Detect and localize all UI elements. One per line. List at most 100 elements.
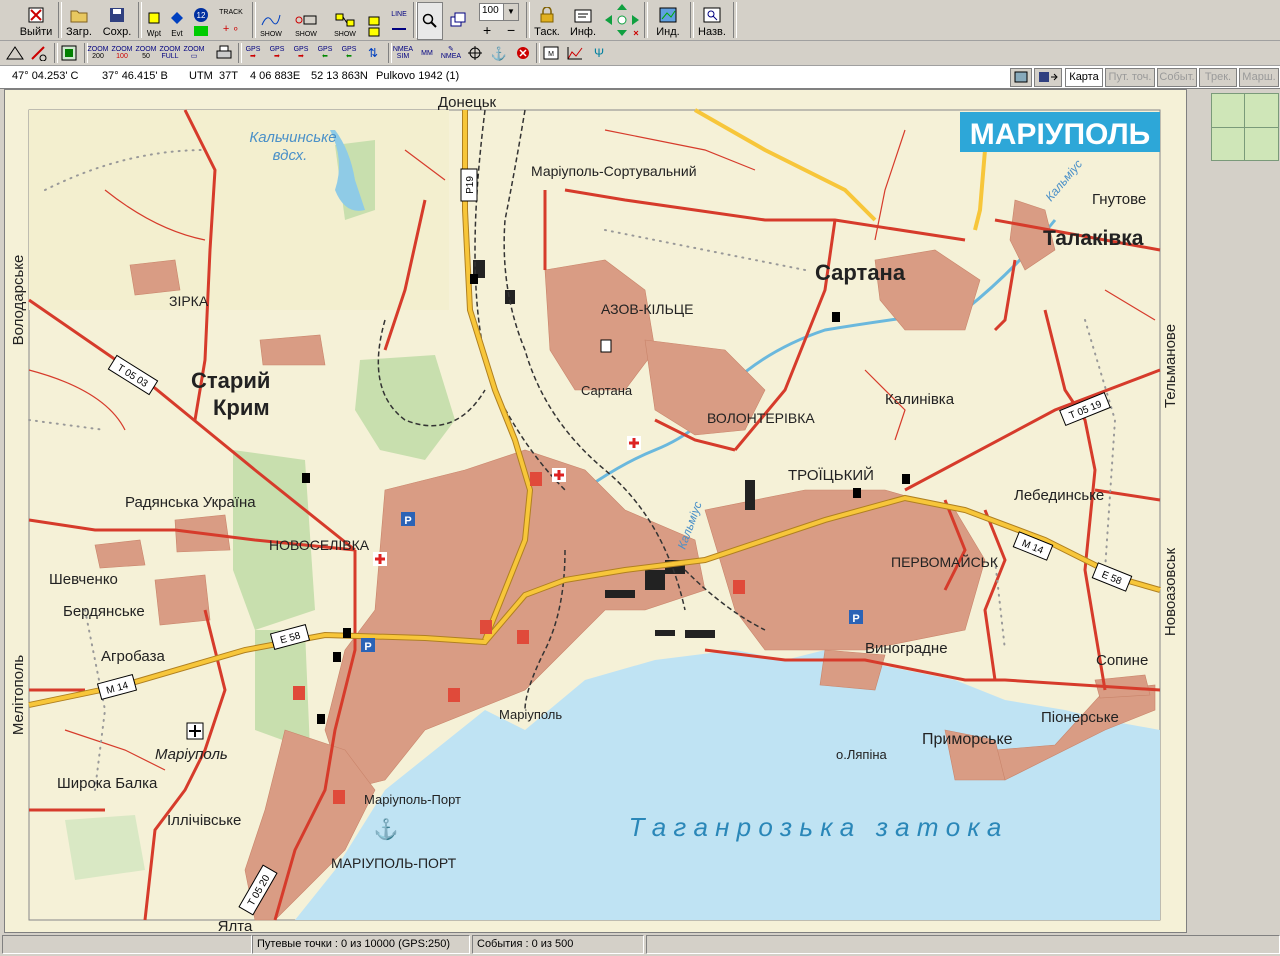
nmea-sim-button[interactable]: NMEA SIM	[392, 43, 414, 63]
label-volonterivka: ВОЛОНТЕРІВКА	[707, 410, 815, 426]
map-view[interactable]: P P P ⚓ Р19 Т 05 03 Т 05 19 М 14 Е 58 Е …	[4, 89, 1187, 933]
label-pervomaysk: ПЕРВОМАЙСЬК	[891, 553, 999, 570]
status-waypoints: Путевые точки : 0 из 10000 (GPS:250)	[252, 935, 470, 954]
latitude-readout: 37° 46.415' В	[102, 70, 168, 82]
index-button[interactable]: Инд.	[648, 2, 688, 38]
coordinate-bar: 47° 04.253' С 37° 46.415' В UTM 37T 4 06…	[0, 66, 1280, 89]
show-route-button[interactable]: SHOW	[330, 2, 360, 38]
label-zirka: ЗІРКА	[169, 293, 209, 309]
label-troitsky: ТРОЇЦЬКИЙ	[788, 466, 874, 484]
tab-waypoints[interactable]: Пут. точ.	[1105, 68, 1155, 87]
berdyanske-town	[154, 574, 211, 626]
track-line-icon	[260, 10, 282, 30]
window-button[interactable]	[446, 2, 470, 38]
label-sortuvalnyi: Маріуполь-Сортувальний	[531, 163, 697, 179]
tab-routes[interactable]: Марш.	[1239, 68, 1279, 87]
zoom-200-button[interactable]: ZOOM 200	[87, 43, 109, 63]
profile-chart-icon[interactable]	[564, 43, 586, 63]
zoom-tool-button[interactable]	[417, 2, 443, 40]
border-label-bottom: Ялта	[218, 918, 253, 932]
scale-icon[interactable]	[4, 43, 26, 63]
map-image-icon[interactable]	[1010, 68, 1032, 87]
plus-dot-icon: + ∘	[222, 23, 240, 35]
gps-waypoint-button[interactable]: GPS ➡	[266, 43, 288, 63]
tools-icon[interactable]	[28, 43, 50, 63]
mm-button[interactable]: MM	[416, 43, 438, 63]
event-button[interactable]: Evt	[166, 2, 188, 38]
exit-button[interactable]: Выйти	[16, 2, 56, 38]
antenna-icon[interactable]: Ψ	[588, 43, 610, 63]
map-save-icon[interactable]	[58, 43, 80, 63]
route-button[interactable]: 12	[190, 2, 212, 38]
road-shield-p19: Р19	[460, 168, 478, 202]
pan-button[interactable]	[602, 2, 642, 38]
label-sopyne: Сопине	[1096, 652, 1148, 669]
zoom-plus-icon[interactable]: +	[483, 22, 491, 38]
gps-swap-button[interactable]: ⇅	[362, 43, 384, 63]
window-map-icon[interactable]: M	[540, 43, 562, 63]
utm-zone: 37T	[219, 70, 238, 82]
anchor-icon[interactable]: ⚓	[488, 43, 510, 63]
load-button[interactable]: Загр.	[62, 2, 96, 38]
show-track-button[interactable]: SHOW	[256, 2, 286, 38]
label-krym: Крим	[213, 395, 270, 420]
border-label-right-bottom: Новоазовськ	[1162, 547, 1179, 636]
label-port-station: Маріуполь-Порт	[364, 792, 461, 807]
floppy-icon	[106, 5, 128, 25]
nmea-button[interactable]: ✎ NMEA	[440, 43, 462, 63]
gps-receive-button[interactable]: GPS ⬅	[338, 43, 360, 63]
tab-map[interactable]: Карта	[1065, 68, 1103, 87]
zoom-full-button[interactable]: ZOOM FULL	[159, 43, 181, 63]
label-pionerske: Піонерське	[1041, 709, 1119, 726]
map-canvas[interactable]: P P P ⚓ Р19 Т 05 03 Т 05 19 М 14 Е 58 Е …	[5, 90, 1186, 932]
zoom-100-button[interactable]: ZOOM 100	[111, 43, 133, 63]
gps-track-button[interactable]: GPS ➡	[242, 43, 264, 63]
parking-icon: P	[849, 610, 863, 625]
gps-route-button[interactable]: GPS ➡	[290, 43, 312, 63]
label-agrobaza: Агробаза	[101, 648, 165, 665]
zoom-custom-button[interactable]: ZOOM ▭	[183, 43, 205, 63]
easting-readout: 4 06 883E	[250, 70, 301, 82]
zoom-minus-icon[interactable]: −	[507, 22, 515, 38]
map-save-button[interactable]	[1034, 68, 1062, 87]
crosshair-icon[interactable]	[464, 43, 486, 63]
stop-icon[interactable]	[512, 43, 534, 63]
label-airport: Маріуполь	[155, 746, 228, 763]
label-lebedynske: Лебединське	[1014, 487, 1104, 504]
route-number-icon: 12	[190, 5, 212, 25]
label-berdyanske: Бердянське	[63, 603, 145, 620]
label-mariupol-station: Маріуполь	[499, 707, 562, 722]
label-kalynivka: Калинівка	[885, 391, 955, 408]
border-label-top: Донецьк	[438, 94, 497, 111]
show-points-button[interactable]: SHOW	[290, 2, 322, 38]
label-illichivske: Іллічівське	[167, 812, 241, 829]
label-prymorske: Приморське	[922, 731, 1013, 748]
zoom-combo[interactable]: 100 ▼	[479, 3, 519, 21]
parking-icon: P	[361, 638, 375, 653]
zoom-50-button[interactable]: ZOOM 50	[135, 43, 157, 63]
grid-button[interactable]	[364, 2, 386, 38]
grid-icon	[364, 16, 386, 37]
tab-tracks[interactable]: Трек.	[1199, 68, 1237, 87]
save-button[interactable]: Сохр.	[100, 2, 134, 38]
info-button[interactable]: Инф.	[566, 2, 600, 38]
pan-arrows-icon	[604, 3, 640, 37]
print-icon[interactable]	[213, 43, 235, 63]
names-icon	[701, 5, 723, 25]
gps-send-button[interactable]: GPS ⬅	[314, 43, 336, 63]
track-button[interactable]: TRACK + ∘	[214, 2, 248, 38]
longitude-readout: 47° 04.253' С	[12, 70, 79, 82]
line-button[interactable]: LINE	[388, 2, 410, 38]
status-events: События : 0 из 500	[472, 935, 644, 954]
svg-text:Р19: Р19	[465, 176, 476, 194]
map-title: МАРІУПОЛЬ	[970, 118, 1150, 151]
tab-events[interactable]: Событ.	[1157, 68, 1197, 87]
waypoint-button[interactable]: Wpt	[142, 2, 166, 38]
status-panel-right	[646, 935, 1280, 954]
names-button[interactable]: Назв.	[694, 2, 730, 38]
overview-minimap[interactable]	[1211, 93, 1279, 161]
datum-readout: Pulkovo 1942 (1)	[376, 70, 460, 82]
label-kalchyk-reservoir: Кальчинське	[249, 129, 336, 146]
tasks-button[interactable]: Таск.	[530, 2, 564, 38]
label-novoselivka: НОВОСЕЛІВКА	[269, 537, 370, 553]
